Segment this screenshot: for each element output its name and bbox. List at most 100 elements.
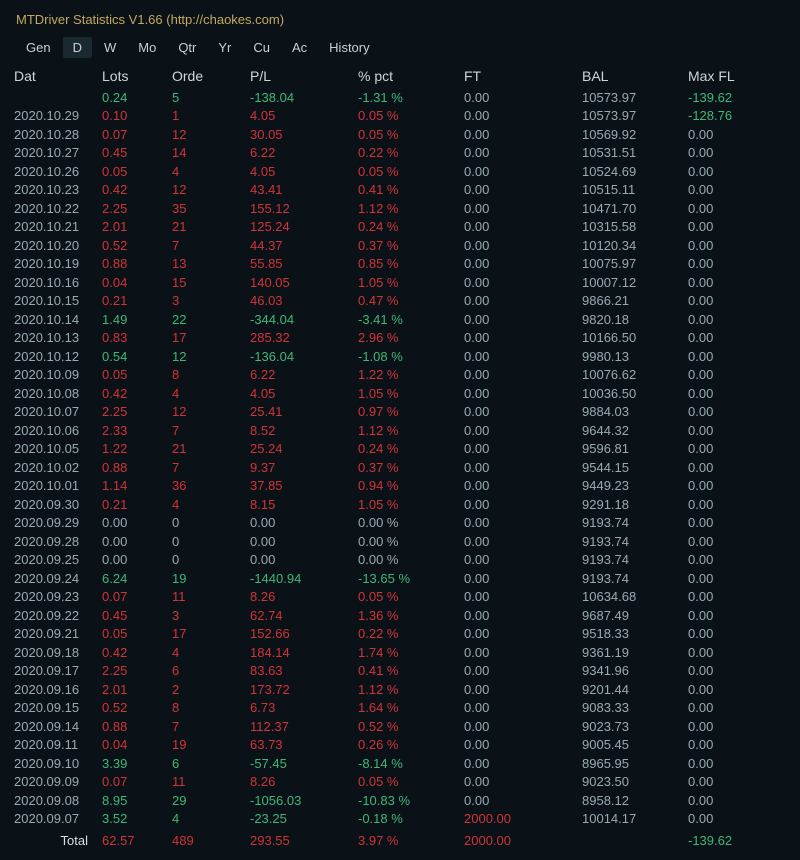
cell-orde: 6 [172,756,250,771]
table-row[interactable]: 2020.10.062.3378.521.12 %0.009644.320.00 [6,421,794,440]
table-row[interactable]: 2020.09.073.524-23.25-0.18 %2000.0010014… [6,810,794,829]
cell-max: 0.00 [688,238,778,253]
table-row[interactable]: 2020.10.120.5412-136.04-1.08 %0.009980.1… [6,347,794,366]
cell-lots: 2.33 [102,423,172,438]
table-row[interactable]: 2020.10.080.4244.051.05 %0.0010036.500.0… [6,384,794,403]
tab-w[interactable]: W [94,37,126,58]
table-row[interactable]: 2020.09.210.0517152.660.22 %0.009518.330… [6,625,794,644]
col-max[interactable]: Max FL [688,68,778,84]
table-row[interactable]: 2020.10.270.45146.220.22 %0.0010531.510.… [6,144,794,163]
cell-bal: 9341.96 [582,663,688,678]
cell-pct: -1.08 % [358,349,464,364]
cell-orde: 29 [172,793,250,808]
table-row[interactable]: 2020.10.011.143637.850.94 %0.009449.230.… [6,477,794,496]
cell-lots: 1.49 [102,312,172,327]
table-row[interactable]: 2020.10.212.0121125.240.24 %0.0010315.58… [6,218,794,237]
cell-orde: 1 [172,108,250,123]
table-row[interactable]: 2020.09.090.07118.260.05 %0.009023.500.0… [6,773,794,792]
cell-pl: 155.12 [250,201,358,216]
table-row[interactable]: 2020.10.020.8879.370.37 %0.009544.150.00 [6,458,794,477]
table-row[interactable]: 2020.09.140.887112.370.52 %0.009023.730.… [6,717,794,736]
cell-pct: 0.37 % [358,238,464,253]
tab-yr[interactable]: Yr [208,37,241,58]
table-row[interactable]: 2020.10.230.421243.410.41 %0.0010515.110… [6,181,794,200]
cell-date: 2020.09.17 [10,663,102,678]
cell-pct: -10.83 % [358,793,464,808]
tab-gen[interactable]: Gen [16,37,61,58]
tab-mo[interactable]: Mo [128,37,166,58]
table-row[interactable]: 2020.10.051.222125.240.24 %0.009596.810.… [6,440,794,459]
cell-bal: 10569.92 [582,127,688,142]
table-row[interactable]: 2020.10.280.071230.050.05 %0.0010569.920… [6,125,794,144]
cell-pct: 0.00 % [358,515,464,530]
table-row[interactable]: 2020.09.300.2148.151.05 %0.009291.180.00 [6,495,794,514]
table-row[interactable]: 2020.09.172.25683.630.41 %0.009341.960.0… [6,662,794,681]
cell-pct: 0.41 % [358,663,464,678]
cell-pl: 0.00 [250,515,358,530]
cell-orde: 5 [172,90,250,105]
col-date[interactable]: Dat [10,68,102,84]
table-row[interactable]: 2020.09.162.012173.721.12 %0.009201.440.… [6,680,794,699]
col-pl[interactable]: P/L [250,68,358,84]
cell-date: 2020.09.28 [10,534,102,549]
cell-pct: 1.36 % [358,608,464,623]
tab-ac[interactable]: Ac [282,37,317,58]
col-lots[interactable]: Lots [102,68,172,84]
cell-bal: 8965.95 [582,756,688,771]
cell-pl: 8.26 [250,774,358,789]
table-row[interactable]: 2020.09.280.0000.000.00 %0.009193.740.00 [6,532,794,551]
table-row[interactable]: 2020.10.090.0586.221.22 %0.0010076.620.0… [6,366,794,385]
table-row[interactable]: 2020.09.150.5286.731.64 %0.009083.330.00 [6,699,794,718]
table-row[interactable]: 2020.10.190.881355.850.85 %0.0010075.970… [6,255,794,274]
cell-pct: 1.12 % [358,423,464,438]
table-row[interactable]: 2020.09.290.0000.000.00 %0.009193.740.00 [6,514,794,533]
cell-bal: 9023.50 [582,774,688,789]
table-row[interactable]: 2020.10.072.251225.410.97 %0.009884.030.… [6,403,794,422]
table-row[interactable]: 2020.10.200.52744.370.37 %0.0010120.340.… [6,236,794,255]
tab-d[interactable]: D [63,37,92,58]
cell-bal: 9201.44 [582,682,688,697]
table-row[interactable]: 2020.09.180.424184.141.74 %0.009361.190.… [6,643,794,662]
table-row[interactable]: 2020.10.150.21346.030.47 %0.009866.210.0… [6,292,794,311]
cell-max: 0.00 [688,571,778,586]
cell-lots: 3.52 [102,811,172,826]
col-pct[interactable]: % pct [358,68,464,84]
table-row[interactable]: 2020.09.103.396-57.45-8.14 %0.008965.950… [6,754,794,773]
table-row[interactable]: 2020.09.230.07118.260.05 %0.0010634.680.… [6,588,794,607]
table-row[interactable]: 2020.09.220.45362.741.36 %0.009687.490.0… [6,606,794,625]
summary-row[interactable]: 0.24 5 -138.04 -1.31 % 0.00 10573.97 -13… [6,88,794,107]
cell-date: 2020.10.27 [10,145,102,160]
cell-date: 2020.10.12 [10,349,102,364]
cell-pl: 112.37 [250,719,358,734]
table-row[interactable]: 2020.09.246.2419-1440.94-13.65 %0.009193… [6,569,794,588]
cell-ft: 0.00 [464,293,582,308]
tab-qtr[interactable]: Qtr [168,37,206,58]
table-row[interactable]: 2020.10.130.8317285.322.96 %0.0010166.50… [6,329,794,348]
tab-history[interactable]: History [319,37,379,58]
cell-max: 0.00 [688,423,778,438]
table-row[interactable]: 2020.09.250.0000.000.00 %0.009193.740.00 [6,551,794,570]
cell-orde: 35 [172,201,250,216]
tab-cu[interactable]: Cu [243,37,280,58]
col-ft[interactable]: FT [464,68,582,84]
col-bal[interactable]: BAL [582,68,688,84]
cell-max: 0.00 [688,312,778,327]
table-row[interactable]: 2020.10.290.1014.050.05 %0.0010573.97-12… [6,107,794,126]
table-row[interactable]: 2020.10.260.0544.050.05 %0.0010524.690.0… [6,162,794,181]
cell-bal: 10315.58 [582,219,688,234]
cell-bal: 9687.49 [582,608,688,623]
cell-ft: 0.00 [464,700,582,715]
table-row[interactable]: 2020.09.088.9529-1056.03-10.83 %0.008958… [6,791,794,810]
table-row[interactable]: 2020.10.222.2535155.121.12 %0.0010471.70… [6,199,794,218]
table-row[interactable]: 2020.09.110.041963.730.26 %0.009005.450.… [6,736,794,755]
cell-ft: 0.00 [464,719,582,734]
cell-ft: 0.00 [464,275,582,290]
cell-date: 2020.10.14 [10,312,102,327]
table-row[interactable]: 2020.10.160.0415140.051.05 %0.0010007.12… [6,273,794,292]
cell-max: 0.00 [688,182,778,197]
table-row[interactable]: 2020.10.141.4922-344.04-3.41 %0.009820.1… [6,310,794,329]
cell-bal: 10634.68 [582,589,688,604]
cell-ft: 0.00 [464,367,582,382]
cell-date: 2020.10.06 [10,423,102,438]
col-orde[interactable]: Orde [172,68,250,84]
